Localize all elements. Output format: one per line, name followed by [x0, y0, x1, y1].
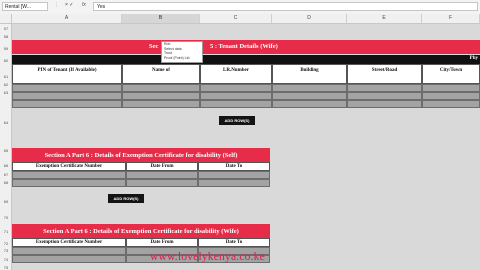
data-cell[interactable] [422, 84, 480, 92]
header-date-from: Date From [126, 238, 198, 247]
header-pin-tenant: PIN of Tenant (If Available) [12, 64, 122, 84]
data-cell[interactable] [12, 255, 126, 263]
row-number[interactable]: 66 [0, 163, 12, 168]
formula-bar: Rental [W... ⋮ × ✓ fx Yes [0, 0, 480, 15]
data-cell[interactable] [126, 171, 198, 179]
data-cell[interactable] [12, 100, 122, 108]
column-header-c[interactable]: C [200, 14, 272, 23]
name-box[interactable]: Rental [W... [2, 2, 48, 11]
data-cell[interactable] [122, 92, 200, 100]
more-icon: ⋮ [54, 2, 59, 8]
column-header-d[interactable]: D [272, 14, 347, 23]
row-number[interactable]: 73 [0, 248, 12, 253]
row-number[interactable]: 71 [0, 229, 12, 234]
data-cell[interactable] [347, 100, 422, 108]
data-cell[interactable] [347, 84, 422, 92]
row-number[interactable]: 58 [0, 34, 12, 39]
row-number[interactable]: 64 [0, 120, 12, 125]
data-cell[interactable] [422, 92, 480, 100]
function-icon[interactable]: fx [82, 2, 86, 8]
row-number[interactable]: 61 [0, 74, 12, 79]
column-header-b[interactable]: B [122, 14, 200, 23]
row-number[interactable]: 60 [0, 58, 12, 63]
data-cell[interactable] [200, 100, 272, 108]
data-cell[interactable] [198, 171, 270, 179]
row-number[interactable]: 68 [0, 180, 12, 185]
data-cell[interactable] [122, 84, 200, 92]
data-cell[interactable] [12, 171, 126, 179]
data-cell[interactable] [198, 179, 270, 187]
physical-address-strip: Phy [12, 55, 480, 64]
header-building: Building [272, 64, 347, 84]
add-rows-button-exemption-self[interactable]: ADD ROW(S) [108, 194, 144, 203]
header-name: Name of [122, 64, 200, 84]
row-number[interactable]: 72 [0, 241, 12, 246]
row-number[interactable]: 59 [0, 46, 12, 51]
row-number[interactable]: 62 [0, 82, 12, 87]
data-cell[interactable] [347, 92, 422, 100]
header-date-to: Date To [198, 162, 270, 171]
header-exemption-certificate-number: Exemption Certificate Number [12, 162, 126, 171]
section-title-exemption-wife: Section A Part 6 : Details of Exemption … [12, 224, 270, 238]
cancel-confirm-icons[interactable]: × ✓ [65, 2, 74, 8]
dropdown-option[interactable]: Proof (Point) Ltd [164, 56, 202, 61]
header-lr-number: LR.Number [200, 64, 272, 84]
data-cell[interactable] [12, 247, 126, 255]
select-all-corner[interactable] [0, 14, 12, 23]
data-cell[interactable] [200, 92, 272, 100]
row-number[interactable]: 70 [0, 215, 12, 220]
column-header-f[interactable]: F [422, 14, 480, 23]
formula-input[interactable]: Yes [93, 2, 478, 11]
header-date-to: Date To [198, 238, 270, 247]
validation-dropdown-list[interactable]: Rob Select data Trust Proof (Point) Ltd [161, 41, 203, 63]
physical-address-label: Phy [469, 56, 478, 61]
row-number[interactable]: 57 [0, 26, 12, 31]
row-header-bar: 57 58 59 60 61 62 63 64 65 66 67 68 69 7… [0, 24, 12, 270]
add-rows-button-tenant-wife[interactable]: ADD ROW(S) [219, 116, 255, 125]
data-cell[interactable] [12, 84, 122, 92]
column-header-bar: A B C D E F [0, 14, 480, 24]
data-cell[interactable] [122, 100, 200, 108]
row-number[interactable]: 65 [0, 148, 12, 153]
row-number[interactable]: 75 [0, 265, 12, 270]
header-city-town: City/Town [422, 64, 480, 84]
section-title-right: 5 : Tenant Details (Wife) [210, 43, 278, 50]
section-title-exemption-self: Section A Part 6 : Details of Exemption … [12, 148, 270, 162]
data-cell[interactable] [272, 84, 347, 92]
data-cell[interactable] [422, 100, 480, 108]
header-date-from: Date From [126, 162, 198, 171]
column-header-a[interactable]: A [12, 14, 122, 23]
data-cell[interactable] [126, 179, 198, 187]
column-header-e[interactable]: E [347, 14, 422, 23]
row-number[interactable]: 67 [0, 172, 12, 177]
section-title-tenant-wife: Sec 5 : Tenant Details (Wife) [12, 40, 480, 54]
data-cell[interactable] [200, 84, 272, 92]
header-exemption-certificate-number: Exemption Certificate Number [12, 238, 126, 247]
row-number[interactable]: 63 [0, 90, 12, 95]
section-title-left: Sec [149, 43, 159, 50]
row-number[interactable]: 74 [0, 257, 12, 262]
watermark-text: www.lovelykenya.co.ke [150, 251, 265, 263]
data-cell[interactable] [12, 179, 126, 187]
data-cell[interactable] [272, 100, 347, 108]
sheet-grid[interactable]: Sec 5 : Tenant Details (Wife) Phy PIN of… [12, 24, 480, 270]
row-number[interactable]: 69 [0, 199, 12, 204]
header-street-road: Street/Road [347, 64, 422, 84]
data-cell[interactable] [12, 92, 122, 100]
data-cell[interactable] [272, 92, 347, 100]
